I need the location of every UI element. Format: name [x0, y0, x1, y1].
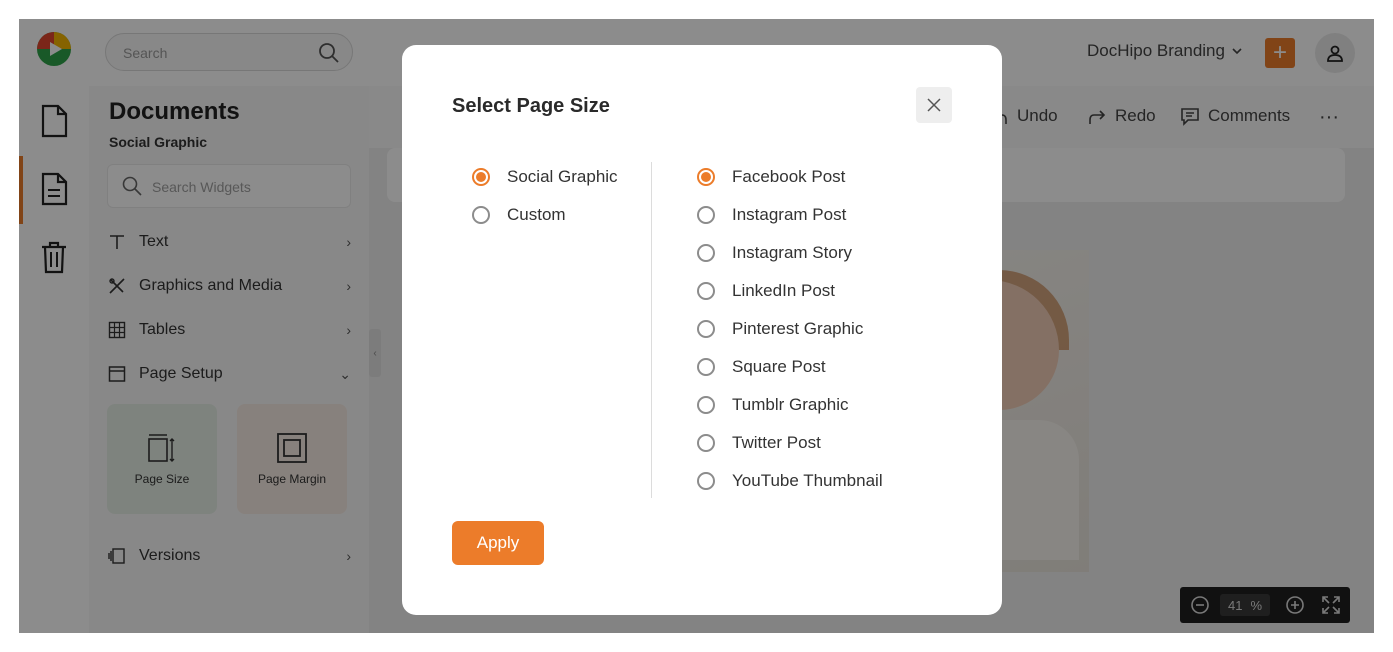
close-button[interactable]: [916, 87, 952, 123]
radio-button[interactable]: [697, 244, 715, 262]
select-page-size-dialog: Select Page Size Social Graphic Custom F…: [402, 45, 1002, 615]
category-option-custom[interactable]: Custom: [472, 203, 566, 227]
radio-button[interactable]: [697, 358, 715, 376]
dialog-title: Select Page Size: [452, 95, 610, 117]
radio-button[interactable]: [697, 206, 715, 224]
radio-button[interactable]: [472, 168, 490, 186]
size-option-linkedin-post[interactable]: LinkedIn Post: [697, 279, 835, 303]
option-label: Tumblr Graphic: [732, 395, 849, 414]
radio-button[interactable]: [697, 320, 715, 338]
option-label: YouTube Thumbnail: [732, 471, 883, 490]
size-option-square-post[interactable]: Square Post: [697, 355, 826, 379]
apply-button[interactable]: Apply: [452, 521, 544, 565]
app-window: Search DocHipo Branding + Documents Soci…: [19, 19, 1374, 633]
size-option-youtube-thumbnail[interactable]: YouTube Thumbnail: [697, 469, 883, 493]
close-icon: [927, 98, 941, 112]
option-label: Social Graphic: [507, 167, 618, 186]
category-option-social-graphic[interactable]: Social Graphic: [472, 165, 618, 189]
option-label: Instagram Story: [732, 243, 852, 262]
option-label: Twitter Post: [732, 433, 821, 452]
size-option-pinterest-graphic[interactable]: Pinterest Graphic: [697, 317, 863, 341]
option-label: LinkedIn Post: [732, 281, 836, 300]
size-option-tumblr-graphic[interactable]: Tumblr Graphic: [697, 393, 849, 417]
option-label: Facebook Post: [732, 167, 846, 186]
size-option-instagram-post[interactable]: Instagram Post: [697, 203, 846, 227]
size-option-instagram-story[interactable]: Instagram Story: [697, 241, 852, 265]
radio-button[interactable]: [697, 282, 715, 300]
size-option-twitter-post[interactable]: Twitter Post: [697, 431, 821, 455]
radio-button[interactable]: [697, 472, 715, 490]
option-label: Instagram Post: [732, 205, 847, 224]
option-label: Custom: [507, 205, 566, 224]
option-label: Square Post: [732, 357, 826, 376]
radio-button[interactable]: [697, 434, 715, 452]
radio-button[interactable]: [697, 396, 715, 414]
column-divider: [651, 162, 652, 498]
option-label: Pinterest Graphic: [732, 319, 864, 338]
radio-button[interactable]: [697, 168, 715, 186]
radio-button[interactable]: [472, 206, 490, 224]
size-option-facebook-post[interactable]: Facebook Post: [697, 165, 845, 189]
